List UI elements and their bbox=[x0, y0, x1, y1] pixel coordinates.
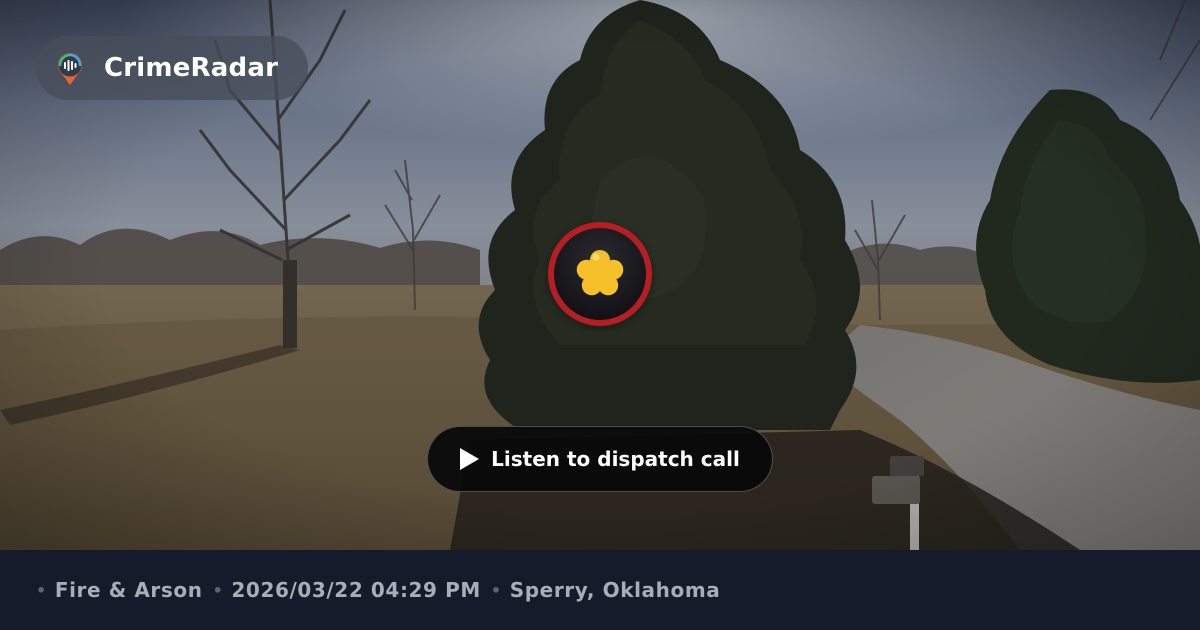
radio-pin-icon bbox=[54, 50, 86, 86]
incident-marker[interactable] bbox=[548, 222, 652, 326]
incident-location: Sperry, Oklahoma bbox=[509, 578, 721, 602]
fire-flower-icon bbox=[571, 245, 629, 303]
separator-dot: • bbox=[36, 580, 47, 600]
brand-badge[interactable]: CrimeRadar bbox=[36, 36, 308, 100]
incident-category: Fire & Arson bbox=[54, 578, 203, 602]
brand-name: CrimeRadar bbox=[104, 53, 279, 83]
share-card: CrimeRadar Listen to dispatch call • Fir… bbox=[0, 0, 1200, 630]
incident-datetime: 2026/03/22 04:29 PM bbox=[231, 578, 481, 602]
separator-dot: • bbox=[490, 580, 502, 600]
listen-dispatch-button[interactable]: Listen to dispatch call bbox=[427, 426, 773, 492]
separator-dot: • bbox=[212, 580, 224, 600]
listen-button-label: Listen to dispatch call bbox=[491, 447, 740, 471]
play-icon bbox=[460, 448, 480, 470]
incident-info-bar: • Fire & Arson • 2026/03/22 04:29 PM • S… bbox=[0, 550, 1200, 630]
